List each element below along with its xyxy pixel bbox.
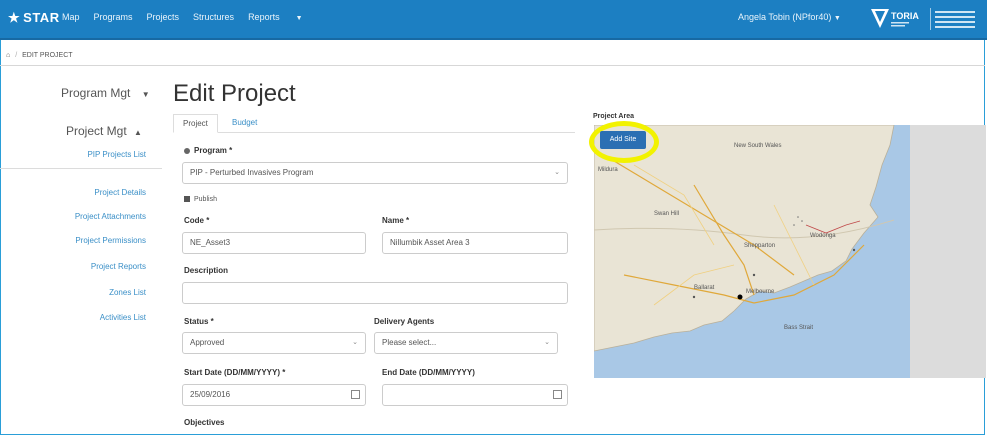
island-marker — [793, 224, 795, 226]
home-icon[interactable]: ⌂ — [6, 52, 10, 59]
sidebar-program-mgt-label: Program Mgt — [61, 86, 131, 100]
nav-map[interactable]: Map — [62, 12, 80, 22]
status-label: Status * — [184, 317, 214, 326]
town-marker — [752, 273, 756, 277]
start-date-value: 25/09/2016 — [190, 390, 231, 399]
publish-label: Publish — [194, 196, 217, 203]
calendar-icon[interactable] — [553, 390, 562, 399]
program-label: Program * — [184, 146, 232, 155]
tab-budget[interactable]: Budget — [223, 114, 266, 131]
map-title: Project Area — [593, 113, 634, 120]
map-tile-blank — [910, 125, 986, 378]
sidebar-project-mgt[interactable]: Project Mgt ▲ — [66, 124, 142, 138]
end-date-input[interactable] — [382, 384, 568, 406]
map-label-wodonga: Wodonga — [810, 233, 836, 239]
map-label-shepparton: Shepparton — [744, 243, 775, 249]
chevron-down-icon: ⌄ — [352, 339, 358, 346]
chevron-down-icon: ⌄ — [544, 339, 550, 346]
status-select-value: Approved — [190, 338, 225, 347]
map-label-nsw: New South Wales — [734, 143, 781, 149]
delivery-agents-select[interactable]: Please select... ⌄ — [374, 332, 558, 354]
nav-reports[interactable]: Reports ▼ — [248, 12, 316, 22]
sidebar-program-mgt[interactable]: Program Mgt ▼ — [61, 86, 150, 100]
map-label-melbourne: Melbourne — [746, 289, 775, 295]
chevron-down-icon: ⌄ — [554, 169, 560, 176]
user-name: Angela Tobin (NPfor40) — [738, 12, 832, 22]
program-select[interactable]: PIP - Perturbed Invasives Program ⌄ — [182, 162, 568, 184]
project-area-map[interactable]: New South Wales Mildura Swan Hill Sheppa… — [594, 125, 986, 378]
map-label-bass-strait: Bass Strait — [784, 325, 813, 331]
add-site-button[interactable]: Add Site — [600, 131, 646, 149]
caret-down-icon: ▼ — [833, 15, 841, 22]
objectives-label: Objectives — [184, 418, 225, 427]
nav-structures[interactable]: Structures — [193, 12, 234, 22]
svg-text:TORIA: TORIA — [891, 11, 919, 21]
main-nav: Map Programs Projects Structures Reports… — [62, 12, 331, 22]
town-marker — [692, 295, 696, 299]
map-label-swan-hill: Swan Hill — [654, 211, 679, 217]
top-navbar: ★ STAR Map Programs Projects Structures R… — [0, 0, 987, 40]
nav-projects[interactable]: Projects — [147, 12, 180, 22]
end-date-label: End Date (DD/MM/YYYY) — [382, 368, 475, 377]
divider — [0, 65, 985, 66]
sidebar-item-project-permissions[interactable]: Project Permissions — [40, 236, 146, 245]
victoria-government-logo: TORIA — [871, 9, 919, 28]
nav-programs[interactable]: Programs — [94, 12, 133, 22]
breadcrumb-separator: / — [15, 52, 18, 59]
map-label-ballarat: Ballarat — [694, 285, 715, 291]
sidebar-item-project-reports[interactable]: Project Reports — [40, 262, 146, 271]
nav-reports-label: Reports — [248, 12, 280, 22]
sidebar-item-zones-list[interactable]: Zones List — [40, 288, 146, 297]
tab-project[interactable]: Project — [173, 114, 218, 133]
sidebar-item-activities-list[interactable]: Activities List — [40, 313, 146, 322]
info-icon — [184, 147, 190, 154]
sidebar-item-project-attachments[interactable]: Project Attachments — [40, 212, 146, 221]
publish-checkbox[interactable]: Publish — [184, 196, 217, 203]
caret-down-icon: ▼ — [141, 90, 150, 99]
breadcrumb-current: EDIT PROJECT — [22, 52, 73, 59]
sidebar-project-mgt-label: Project Mgt — [66, 124, 127, 138]
department-logo — [930, 8, 981, 30]
tab-bar: Project Budget — [173, 114, 575, 133]
calendar-icon[interactable] — [351, 390, 360, 399]
page-title: Edit Project — [173, 80, 296, 107]
program-select-value: PIP - Perturbed Invasives Program — [190, 168, 314, 177]
delivery-agents-label: Delivery Agents — [374, 317, 435, 326]
start-date-label: Start Date (DD/MM/YYYY) * — [184, 368, 286, 377]
caret-down-icon: ▼ — [295, 15, 303, 22]
island-marker — [801, 220, 803, 222]
breadcrumb: ⌂ / EDIT PROJECT — [6, 52, 73, 59]
sidebar-item-pip-projects-list[interactable]: PIP Projects List — [60, 150, 146, 159]
map-label-mildura: Mildura — [598, 167, 618, 173]
status-select[interactable]: Approved ⌄ — [182, 332, 366, 354]
code-label: Code * — [184, 216, 210, 225]
sidebar-item-project-details[interactable]: Project Details — [40, 188, 146, 197]
brand-logo[interactable]: ★ STAR — [8, 10, 60, 26]
delivery-agents-placeholder: Please select... — [382, 338, 437, 347]
program-label-text: Program * — [194, 146, 233, 155]
star-icon: ★ — [8, 10, 21, 25]
caret-up-icon: ▲ — [134, 128, 142, 137]
start-date-input[interactable]: 25/09/2016 — [182, 384, 366, 406]
code-input[interactable]: NE_Asset3 — [182, 232, 366, 254]
description-input[interactable] — [182, 282, 568, 304]
divider — [0, 168, 162, 169]
checkbox-icon — [184, 196, 190, 203]
island-marker — [797, 216, 799, 218]
brand-text: STAR — [23, 10, 60, 25]
description-label: Description — [184, 266, 229, 275]
user-menu[interactable]: Angela Tobin (NPfor40) ▼ — [738, 12, 841, 22]
name-input[interactable]: Nillumbik Asset Area 3 — [382, 232, 568, 254]
town-marker — [852, 248, 856, 252]
project-location-marker[interactable] — [737, 294, 743, 300]
map-canvas: New South Wales Mildura Swan Hill Sheppa… — [594, 125, 986, 378]
name-label: Name * — [382, 216, 410, 225]
